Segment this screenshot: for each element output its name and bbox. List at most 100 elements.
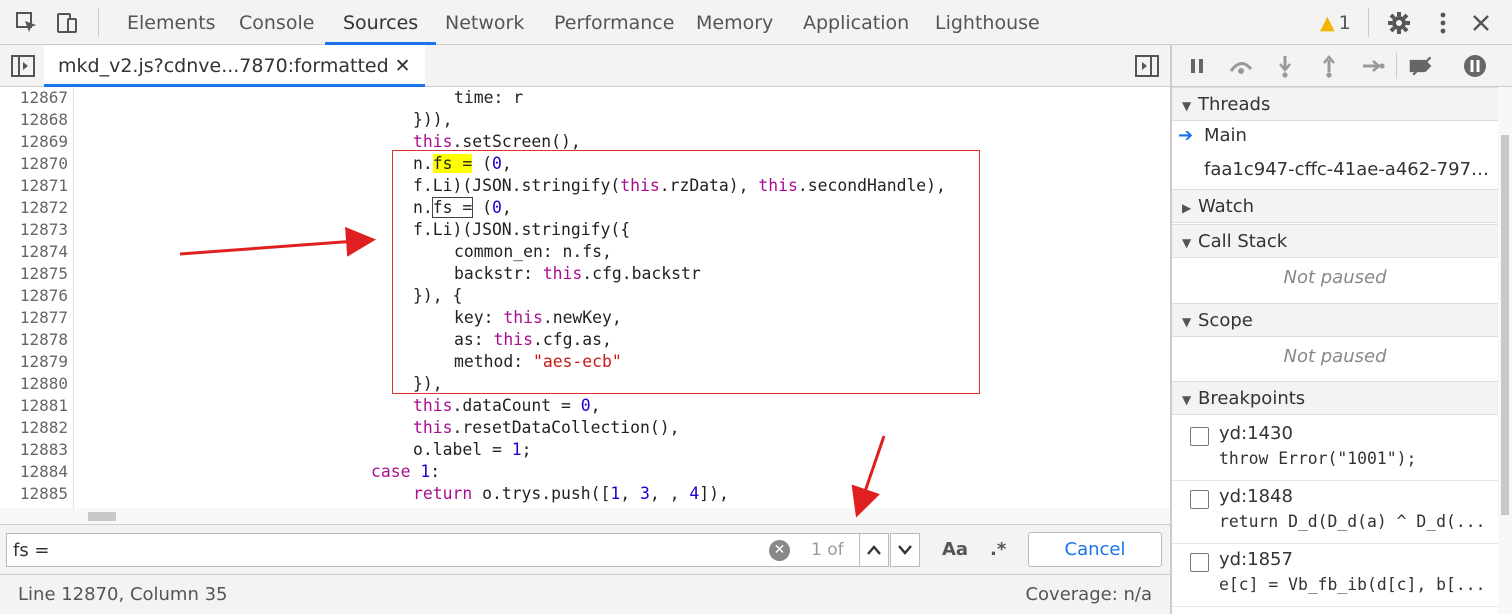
code-line: this.resetDataCollection(),: [413, 418, 680, 437]
breakpoints-section-header[interactable]: ▼ Breakpoints: [1172, 381, 1498, 415]
previous-match-button[interactable]: [859, 533, 889, 567]
tab-console[interactable]: Console: [239, 0, 314, 45]
tab-lighthouse[interactable]: Lighthouse: [935, 0, 1040, 45]
close-devtools-icon[interactable]: [1468, 10, 1494, 36]
deactivate-breakpoints-icon[interactable]: [1408, 53, 1434, 79]
step-over-icon[interactable]: [1228, 53, 1254, 79]
cursor-position: Line 12870, Column 35: [18, 584, 228, 605]
threads-section-header[interactable]: ▼ Threads: [1172, 87, 1498, 121]
code-line: n.fs = (0,: [413, 154, 512, 173]
scope-status: Not paused: [1283, 346, 1387, 367]
more-options-icon[interactable]: [1430, 10, 1456, 36]
tab-sources[interactable]: Sources: [325, 0, 437, 45]
call-stack-status: Not paused: [1283, 267, 1387, 288]
code-editor[interactable]: 12867 12868 12869 12870 12871 12872 12873 12874…: [0, 87, 1170, 524]
code-line: method: "aes-ecb": [454, 352, 622, 371]
breakpoint-checkbox[interactable]: [1190, 490, 1209, 509]
breakpoints-label: Breakpoints: [1198, 388, 1306, 409]
step-out-icon[interactable]: [1316, 53, 1342, 79]
line-number-gutter: 12867 12868 12869 12870 12871 12872 12873 12874…: [0, 87, 74, 524]
line-number[interactable]: 12879: [0, 351, 68, 373]
breakpoint-code: return D_d(D_d(a) ^ D_d(...: [1219, 512, 1486, 531]
pause-icon[interactable]: [1184, 53, 1210, 79]
watch-section-header[interactable]: ▶ Watch: [1172, 189, 1498, 223]
code-line: o.label = 1;: [413, 440, 532, 459]
breakpoint-checkbox[interactable]: [1190, 427, 1209, 446]
coverage-status[interactable]: Coverage: n/a: [1025, 575, 1152, 614]
match-case-toggle[interactable]: Aa: [942, 533, 968, 567]
breakpoint-code: e[c] = Vb_fb_ib(d[c], b[...: [1219, 575, 1486, 594]
thread-main-label: Main: [1204, 125, 1247, 146]
thread-worker[interactable]: faa1c947-cffc-41ae-a462-79719...: [1204, 159, 1494, 180]
settings-gear-icon[interactable]: [1386, 10, 1412, 36]
line-number[interactable]: 12874: [0, 241, 68, 263]
line-number[interactable]: 12872: [0, 197, 68, 219]
line-number[interactable]: 12880: [0, 373, 68, 395]
breakpoint-item[interactable]: yd:1430 throw Error("1001");: [1172, 419, 1498, 481]
match-count: 1 of 2: [811, 540, 844, 592]
line-number[interactable]: 12867: [0, 87, 68, 109]
scope-label: Scope: [1198, 310, 1253, 331]
line-number[interactable]: 12870: [0, 153, 68, 175]
line-number[interactable]: 12875: [0, 263, 68, 285]
search-input[interactable]: [7, 534, 747, 566]
horizontal-scrollbar[interactable]: [0, 508, 1170, 524]
thread-main[interactable]: ➔ Main: [1178, 125, 1504, 146]
tab-network[interactable]: Network: [445, 0, 524, 45]
toggle-debugger-icon[interactable]: [1134, 53, 1160, 79]
tab-application[interactable]: Application: [803, 0, 909, 45]
code-line: return o.trys.push([1, 3, , 4]),: [413, 484, 729, 503]
call-stack-label: Call Stack: [1198, 231, 1288, 252]
line-number[interactable]: 12869: [0, 131, 68, 153]
scope-section-header[interactable]: ▼ Scope: [1172, 303, 1498, 337]
line-number[interactable]: 12868: [0, 109, 68, 131]
collapsed-triangle-icon: ▶: [1182, 201, 1192, 215]
tab-elements[interactable]: Elements: [127, 0, 216, 45]
cancel-button[interactable]: Cancel: [1028, 532, 1162, 567]
file-tab-label: mkd_v2.js?cdnve...7870:formatted: [58, 55, 389, 77]
regex-toggle[interactable]: .*: [990, 533, 1006, 567]
scroll-thumb[interactable]: [88, 512, 116, 521]
code-line: backstr: this.cfg.backstr: [454, 264, 701, 283]
breakpoint-item[interactable]: yd:1848 return D_d(D_d(a) ^ D_d(...: [1172, 482, 1498, 544]
line-number[interactable]: 12882: [0, 417, 68, 439]
next-match-button[interactable]: [890, 533, 920, 567]
warning-icon: ▲: [1320, 12, 1335, 34]
line-number[interactable]: 12877: [0, 307, 68, 329]
clear-search-icon[interactable]: ✕: [769, 540, 790, 561]
line-number[interactable]: 12885: [0, 483, 68, 505]
code-line: f.Li)(JSON.stringify(this.rzData), this.…: [413, 176, 946, 195]
breakpoint-checkbox[interactable]: [1190, 553, 1209, 572]
step-into-icon[interactable]: [1272, 53, 1298, 79]
find-bar: ✕ 1 of 2 Aa .* Cancel: [0, 524, 1170, 592]
code-line: f.Li)(JSON.stringify({: [413, 220, 631, 239]
file-tab[interactable]: mkd_v2.js?cdnve...7870:formatted ✕: [44, 45, 425, 87]
breakpoint-code: throw Error("1001");: [1219, 449, 1417, 468]
code-line: }), {: [413, 286, 463, 305]
line-number[interactable]: 12878: [0, 329, 68, 351]
close-tab-icon[interactable]: ✕: [395, 55, 411, 77]
code-line: this.dataCount = 0,: [413, 396, 601, 415]
breakpoint-item[interactable]: yd:1857 e[c] = Vb_fb_ib(d[c], b[...: [1172, 545, 1498, 607]
code-line: this.setScreen(),: [413, 132, 581, 151]
scroll-thumb[interactable]: [1501, 135, 1509, 515]
line-number[interactable]: 12884: [0, 461, 68, 483]
tab-memory[interactable]: Memory: [696, 0, 773, 45]
breakpoint-location: yd:1430: [1219, 423, 1293, 444]
line-number[interactable]: 12883: [0, 439, 68, 461]
pause-on-exceptions-icon[interactable]: [1462, 53, 1488, 79]
line-number[interactable]: 12876: [0, 285, 68, 307]
toggle-navigator-icon[interactable]: [10, 53, 36, 79]
code-content[interactable]: time: r })), this.setScreen(), n.fs = (0…: [74, 87, 1164, 524]
search-box[interactable]: ✕ 1 of 2: [6, 533, 860, 592]
device-toggle-icon[interactable]: [54, 10, 80, 36]
line-number[interactable]: 12871: [0, 175, 68, 197]
line-number[interactable]: 12873: [0, 219, 68, 241]
line-number[interactable]: 12881: [0, 395, 68, 417]
debugger-vertical-scrollbar[interactable]: [1498, 87, 1512, 614]
tab-performance[interactable]: Performance: [554, 0, 674, 45]
warnings-counter[interactable]: ▲ 1: [1320, 0, 1351, 45]
inspect-element-icon[interactable]: [14, 10, 40, 36]
step-icon[interactable]: [1360, 53, 1386, 79]
call-stack-section-header[interactable]: ▼ Call Stack: [1172, 224, 1498, 258]
